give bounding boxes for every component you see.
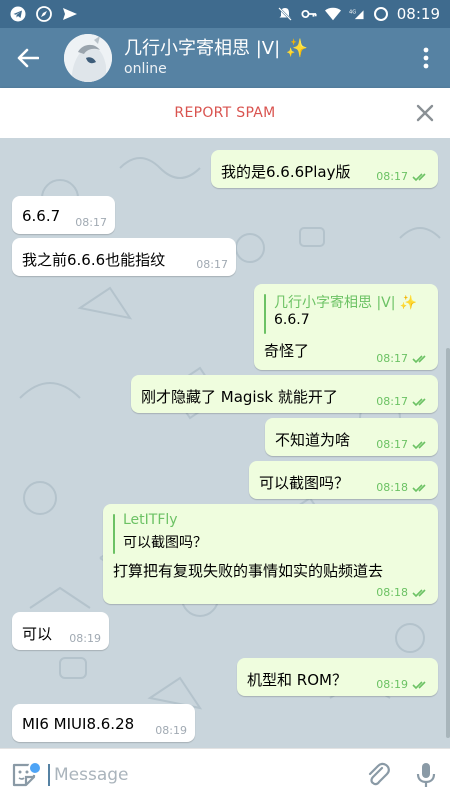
message-text: 打算把有复现失败的事情如实的贴频道去 <box>113 562 384 580</box>
read-check-icon <box>412 588 426 597</box>
more-menu-button[interactable] <box>402 28 450 88</box>
message-list[interactable]: 我的是6.6.6Play版 08:17 6.6.7 08:17 我之前6.6.6… <box>0 138 450 748</box>
message-time: 08:17 <box>196 258 228 271</box>
send-icon <box>62 6 78 22</box>
message-bubble[interactable]: LetITFly 可以截图吗？ 打算把有复现失败的事情如实的贴频道去 08:18 <box>103 504 438 604</box>
compass-icon <box>36 6 52 22</box>
mute-icon <box>277 6 293 22</box>
read-check-icon <box>412 397 426 406</box>
message-bubble[interactable]: 可以截图吗？ 08:18 <box>249 461 438 499</box>
status-bar: 4G 08:19 <box>0 0 450 28</box>
message-text: 奇怪了 <box>264 342 310 360</box>
arrow-left-icon <box>17 48 39 68</box>
message-time: 08:17 <box>376 170 408 183</box>
message-text: 刚才隐藏了 Magisk 就能开了 <box>141 388 338 406</box>
telegram-icon <box>10 6 26 22</box>
notification-dot <box>28 761 42 775</box>
reply-indicator <box>264 294 266 334</box>
message-bubble[interactable]: 可以 08:19 <box>12 612 109 650</box>
message-text: 机型和 ROM？ <box>247 671 347 689</box>
message-bubble[interactable]: MI6 MIUI8.6.28 08:19 <box>12 704 195 742</box>
message-text: 可以截图吗？ <box>259 474 350 492</box>
wifi-icon <box>324 6 341 22</box>
message-text: 可以 <box>22 625 53 643</box>
svg-text:4G: 4G <box>349 9 356 15</box>
attach-button[interactable] <box>354 749 402 801</box>
message-bubble[interactable]: 几行小字寄相思 |V| ✨ 6.6.7 奇怪了 08:17 <box>254 284 438 370</box>
close-icon <box>416 104 434 122</box>
chat-header: 几行小字寄相思 |V| ✨ online <box>0 28 450 88</box>
scrollbar[interactable] <box>446 348 450 738</box>
message-time: 08:17 <box>376 352 408 365</box>
status-time: 08:19 <box>396 5 440 23</box>
paperclip-icon <box>368 762 390 786</box>
voice-record-button[interactable] <box>402 749 450 801</box>
message-time: 08:19 <box>155 724 187 737</box>
read-check-icon <box>412 680 426 689</box>
chat-status: online <box>124 61 167 77</box>
battery-icon <box>373 6 389 22</box>
report-spam-bar: REPORT SPAM <box>0 88 450 138</box>
read-check-icon <box>412 354 426 363</box>
message-time: 08:17 <box>376 438 408 451</box>
message-text: MI6 MIUI8.6.28 <box>22 715 135 733</box>
message-text: 6.6.7 <box>22 207 61 225</box>
close-report-button[interactable] <box>412 100 438 126</box>
key-icon <box>301 6 317 22</box>
reply-text: 可以截图吗？ <box>123 535 207 551</box>
chat-title[interactable]: 几行小字寄相思 |V| ✨ <box>124 38 308 60</box>
message-bubble[interactable]: 刚才隐藏了 Magisk 就能开了 08:17 <box>131 375 438 413</box>
back-button[interactable] <box>0 28 56 88</box>
message-time: 08:19 <box>376 678 408 691</box>
message-text: 我的是6.6.6Play版 <box>221 163 351 181</box>
message-composer <box>0 748 450 801</box>
message-bubble[interactable]: 我的是6.6.6Play版 08:17 <box>211 150 438 188</box>
report-spam-button[interactable]: REPORT SPAM <box>174 105 275 121</box>
reply-text: 6.6.7 <box>274 312 310 328</box>
read-check-icon <box>412 440 426 449</box>
signal-icon: 4G <box>349 6 365 22</box>
message-time: 08:19 <box>69 632 101 645</box>
message-bubble[interactable]: 不知道为啥 08:17 <box>265 418 438 456</box>
message-text: 我之前6.6.6也能指纹 <box>22 251 166 269</box>
reply-author: 几行小字寄相思 |V| ✨ <box>274 295 418 311</box>
message-bubble[interactable]: 机型和 ROM？ 08:19 <box>237 658 438 696</box>
sticker-button[interactable] <box>0 749 48 801</box>
reply-author: LetITFly <box>123 512 178 528</box>
message-bubble[interactable]: 6.6.7 08:17 <box>12 196 115 234</box>
message-input[interactable] <box>52 764 316 786</box>
more-vertical-icon <box>423 47 429 69</box>
message-time: 08:17 <box>376 395 408 408</box>
microphone-icon <box>416 763 436 787</box>
reply-indicator <box>113 514 115 554</box>
message-time: 08:17 <box>75 216 107 229</box>
message-text: 不知道为啥 <box>275 431 351 449</box>
message-time: 08:18 <box>376 481 408 494</box>
read-check-icon <box>412 483 426 492</box>
avatar[interactable] <box>64 34 112 82</box>
text-cursor <box>48 764 50 786</box>
message-time: 08:18 <box>376 586 408 599</box>
read-check-icon <box>412 172 426 181</box>
message-bubble[interactable]: 我之前6.6.6也能指纹 08:17 <box>12 238 236 276</box>
